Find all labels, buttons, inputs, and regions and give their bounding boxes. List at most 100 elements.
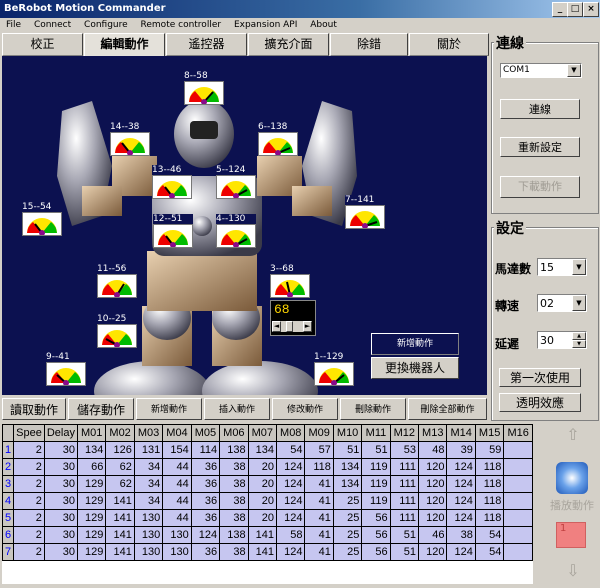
tab-about[interactable]: 關於 xyxy=(409,33,489,56)
motor-count-select[interactable]: 15 ▼ xyxy=(537,258,587,276)
table-cell[interactable]: 129 xyxy=(76,475,107,493)
table-cell[interactable]: 138 xyxy=(219,526,249,544)
table-cell[interactable]: 44 xyxy=(162,509,192,527)
table-cell[interactable]: 25 xyxy=(332,509,363,527)
table-cell[interactable]: 20 xyxy=(247,475,278,493)
table-cell[interactable]: 36 xyxy=(190,458,221,476)
table-cell[interactable]: 134 xyxy=(332,458,363,476)
table-cell[interactable]: 120 xyxy=(418,458,448,476)
table-cell[interactable]: 2 xyxy=(13,509,45,527)
table-cell[interactable]: 41 xyxy=(304,509,334,527)
table-row[interactable]: 6 2 30 129 141 130 130 124 138 141 58 41 25 56 51 46 38 5… xyxy=(2,526,533,544)
table-cell[interactable]: 36 xyxy=(190,509,221,527)
motion-table[interactable]: Spee Delay M01 M02 M03 M04 M05 M06 M07 M… xyxy=(2,424,533,584)
table-cell[interactable]: 141 xyxy=(105,543,135,561)
table-cell[interactable] xyxy=(503,509,533,527)
row-number[interactable]: 2 xyxy=(2,458,15,476)
table-cell[interactable]: 111 xyxy=(389,509,420,527)
table-cell[interactable]: 41 xyxy=(304,526,334,544)
row-number[interactable]: 6 xyxy=(2,526,15,544)
table-cell[interactable]: 124 xyxy=(190,526,221,544)
spin-up-icon[interactable]: ▲ xyxy=(572,332,586,340)
table-cell[interactable]: 124 xyxy=(276,475,306,493)
column-header[interactable]: M05 xyxy=(190,424,221,442)
table-cell[interactable]: 141 xyxy=(105,492,135,510)
play-motion-label[interactable]: 播放動作 xyxy=(546,497,598,513)
column-header[interactable]: M10 xyxy=(332,424,363,442)
table-cell[interactable]: 131 xyxy=(133,441,164,459)
column-header[interactable]: M13 xyxy=(418,424,448,442)
table-cell[interactable]: 130 xyxy=(133,526,164,544)
table-cell[interactable]: 57 xyxy=(304,441,334,459)
tab-expansion[interactable]: 擴充介面 xyxy=(248,33,329,56)
table-cell[interactable]: 129 xyxy=(76,509,107,527)
servo-gauge-9[interactable]: 9--41 xyxy=(46,352,86,386)
table-cell[interactable]: 111 xyxy=(389,475,420,493)
table-row[interactable]: 2 2 30 66 62 34 44 36 38 20 124 118 134 119 111 120 124 1… xyxy=(2,458,533,476)
tab-debug[interactable]: 除錯 xyxy=(330,33,408,56)
table-cell[interactable]: 20 xyxy=(247,509,278,527)
table-cell[interactable]: 124 xyxy=(276,458,306,476)
table-cell[interactable] xyxy=(503,543,533,561)
servo-gauge-8[interactable]: 8--58 xyxy=(184,71,224,105)
table-cell[interactable]: 119 xyxy=(361,458,391,476)
column-header[interactable]: Delay xyxy=(43,424,78,442)
play-step-field[interactable]: 1 xyxy=(556,522,586,548)
table-cell[interactable]: 51 xyxy=(361,441,391,459)
chevron-down-icon[interactable]: ▼ xyxy=(572,259,586,275)
close-button[interactable]: × xyxy=(583,2,599,17)
column-header[interactable]: M04 xyxy=(162,424,192,442)
table-cell[interactable]: 41 xyxy=(304,492,334,510)
table-cell[interactable]: 51 xyxy=(389,526,420,544)
table-cell[interactable]: 51 xyxy=(389,543,420,561)
speed-select[interactable]: 02 ▼ xyxy=(537,294,587,312)
table-cell[interactable]: 130 xyxy=(133,509,164,527)
table-cell[interactable] xyxy=(503,526,533,544)
table-cell[interactable]: 118 xyxy=(474,509,505,527)
table-row[interactable]: 1 2 30 134 126 131 154 114 138 134 54 57 51 51 53 48 39 5… xyxy=(2,441,533,459)
com-port-select[interactable]: COM1 ▼ xyxy=(500,63,582,78)
table-cell[interactable]: 38 xyxy=(219,509,249,527)
table-row[interactable]: 3 2 30 129 62 34 44 36 38 20 124 41 134 119 111 120 124 1… xyxy=(2,475,533,493)
table-cell[interactable]: 124 xyxy=(446,492,476,510)
table-cell[interactable]: 111 xyxy=(389,492,420,510)
table-cell[interactable]: 114 xyxy=(190,441,221,459)
table-cell[interactable]: 44 xyxy=(162,458,192,476)
servo-value-editor[interactable]: 68 ◄ ► xyxy=(270,300,316,336)
column-header[interactable]: M02 xyxy=(105,424,135,442)
column-header[interactable]: M08 xyxy=(276,424,306,442)
table-cell[interactable]: 124 xyxy=(276,543,306,561)
column-header[interactable]: M11 xyxy=(361,424,391,442)
table-cell[interactable]: 118 xyxy=(474,475,505,493)
table-cell[interactable]: 134 xyxy=(76,441,107,459)
table-cell[interactable]: 118 xyxy=(474,458,505,476)
table-cell[interactable]: 41 xyxy=(304,543,334,561)
change-robot-button[interactable]: 更換機器人 xyxy=(371,357,459,379)
column-header[interactable]: M07 xyxy=(247,424,278,442)
column-header[interactable]: M09 xyxy=(304,424,334,442)
maximize-button[interactable]: □ xyxy=(567,2,583,17)
table-cell[interactable]: 124 xyxy=(276,492,306,510)
table-cell[interactable]: 30 xyxy=(43,475,78,493)
table-cell[interactable]: 62 xyxy=(105,475,135,493)
servo-gauge-12[interactable]: 12--51 xyxy=(153,214,193,248)
servo-gauge-3[interactable]: 3--68 xyxy=(270,264,310,298)
table-cell[interactable]: 44 xyxy=(162,492,192,510)
table-cell[interactable]: 119 xyxy=(361,492,391,510)
table-cell[interactable]: 56 xyxy=(361,543,391,561)
table-cell[interactable]: 120 xyxy=(418,543,448,561)
table-cell[interactable]: 119 xyxy=(361,475,391,493)
table-cell[interactable]: 2 xyxy=(13,441,45,459)
table-cell[interactable]: 30 xyxy=(43,509,78,527)
table-cell[interactable]: 44 xyxy=(162,475,192,493)
table-cell[interactable]: 120 xyxy=(418,475,448,493)
column-header[interactable]: M16 xyxy=(503,424,533,442)
table-cell[interactable]: 20 xyxy=(247,492,278,510)
connect-button[interactable]: 連線 xyxy=(500,99,580,119)
table-cell[interactable]: 2 xyxy=(13,543,45,561)
tab-edit-motion[interactable]: 編輯動作 xyxy=(84,33,165,56)
table-cell[interactable]: 124 xyxy=(446,509,476,527)
insert-motion-button[interactable]: 插入動作 xyxy=(204,398,270,420)
add-motion-view-button[interactable]: 新增動作 xyxy=(371,333,459,355)
table-cell[interactable]: 34 xyxy=(133,458,164,476)
